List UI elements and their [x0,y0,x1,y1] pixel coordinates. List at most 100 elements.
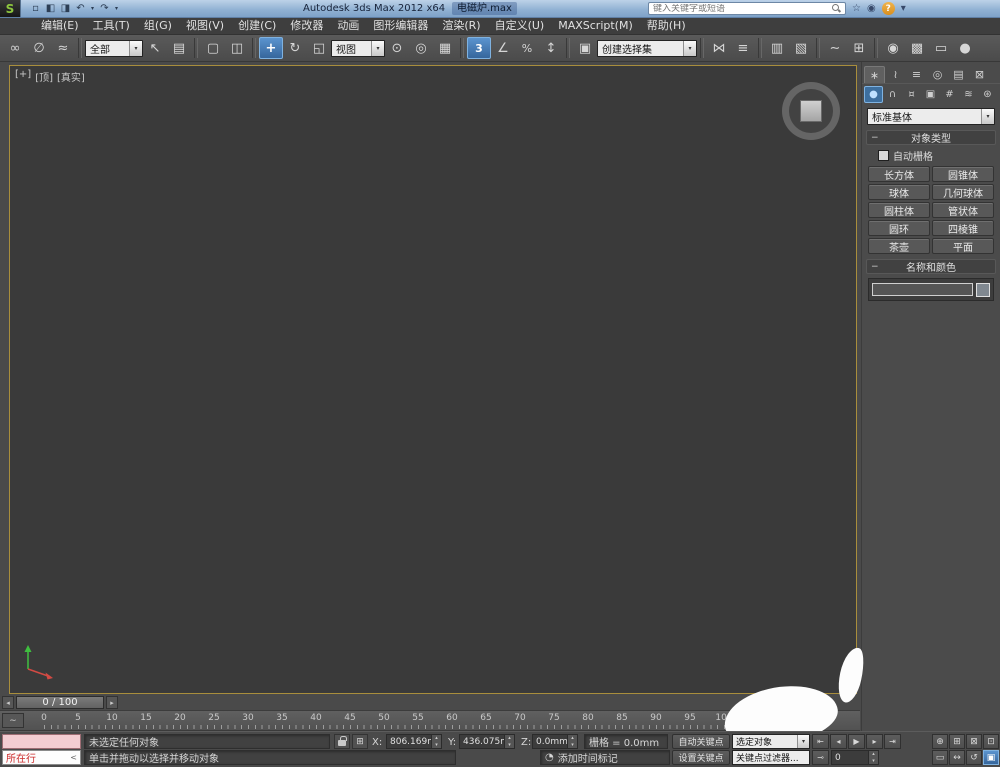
previous-frame-icon[interactable]: ◂ [830,734,847,749]
bind-to-space-warp-icon[interactable]: ≈ [51,37,75,59]
redo-icon[interactable]: ↷ [98,2,111,16]
menu-item-1[interactable]: 编辑(E) [34,18,86,34]
listener-scroll-icon[interactable]: < [70,753,77,762]
object-type-button-1-1[interactable]: 几何球体 [932,184,994,200]
category-lights-icon[interactable]: ¤ [902,86,921,103]
tab-utilities-icon[interactable]: ⊠ [969,66,990,83]
rollout-object-type[interactable]: − 对象类型 [866,130,996,145]
time-tag-field[interactable]: ◔ 添加时间标记 [540,750,670,765]
category-helpers-icon[interactable]: # [940,86,959,103]
object-type-button-0-1[interactable]: 圆锥体 [932,166,994,182]
menu-item-4[interactable]: 视图(V) [179,18,231,34]
selection-lock-icon[interactable] [334,734,350,749]
menu-item-3[interactable]: 组(G) [137,18,179,34]
tab-modify-icon[interactable]: ≀ [885,66,906,83]
align-icon[interactable]: ≡ [731,37,755,59]
object-type-button-2-0[interactable]: 圆柱体 [868,202,930,218]
zoom-all-icon[interactable]: ⊞ [949,734,965,749]
selection-filter-dropdown[interactable]: 全部 ▾ [85,39,143,57]
menu-item-5[interactable]: 创建(C) [231,18,283,34]
zoom-extents-icon[interactable]: ⊠ [966,734,982,749]
go-to-end-icon[interactable]: ⇥ [884,734,901,749]
maxscript-listener-line[interactable]: 所在行 < [2,750,81,765]
y-coord-field[interactable]: 436.075mm ▴▾ [459,734,515,749]
menu-item-12[interactable]: 帮助(H) [640,18,693,34]
autogrid-checkbox[interactable] [878,150,889,161]
geometry-category-dropdown[interactable]: 标准基体 ▾ [867,108,995,125]
menu-item-9[interactable]: 渲染(R) [435,18,487,34]
absolute-offset-mode-icon[interactable]: ⊞ [352,734,368,749]
rendered-frame-window-icon[interactable]: ▭ [929,37,953,59]
material-editor-icon[interactable]: ◉ [881,37,905,59]
layer-manager-icon[interactable]: ▥ [765,37,789,59]
save-file-icon[interactable]: ◨ [59,2,72,16]
select-object-icon[interactable]: ↖ [143,37,167,59]
key-filters-button[interactable]: 关键点过滤器... [732,750,810,765]
category-cameras-icon[interactable]: ▣ [921,86,940,103]
favorites-star-icon[interactable]: ☆ [852,3,861,14]
infocenter-menu-caret-icon[interactable]: ▾ [901,3,906,14]
communication-center-icon[interactable]: ◉ [867,3,876,14]
edit-named-sets-icon[interactable]: ▣ [573,37,597,59]
pan-view-icon[interactable]: ↔ [949,750,965,765]
object-type-button-4-1[interactable]: 平面 [932,238,994,254]
undo-icon[interactable]: ↶ [74,2,87,16]
object-color-swatch[interactable] [976,282,990,297]
new-scene-icon[interactable]: ▫ [29,2,42,16]
tab-create-icon[interactable]: ∗ [864,66,885,83]
angle-snap-icon[interactable]: ∠ [491,37,515,59]
zoom-extents-all-icon[interactable]: ⊡ [983,734,999,749]
undo-caret-icon[interactable]: ▾ [89,2,96,16]
z-spinner[interactable]: ▴ ▾ [567,735,577,748]
redo-caret-icon[interactable]: ▾ [113,2,120,16]
select-and-scale-icon[interactable]: ◱ [307,37,331,59]
object-type-button-3-1[interactable]: 四棱锥 [932,220,994,236]
viewport-menu-shading[interactable]: [真实] [57,69,85,84]
frame-spinner[interactable]: ▴ ▾ [868,751,878,764]
menu-item-10[interactable]: 自定义(U) [488,18,552,34]
menu-item-2[interactable]: 工具(T) [86,18,137,34]
menu-item-6[interactable]: 修改器 [283,18,330,34]
set-key-button[interactable]: 设置关键点 [672,750,730,765]
object-type-button-0-0[interactable]: 长方体 [868,166,930,182]
help-icon[interactable]: ? [881,2,895,15]
percent-snap-icon[interactable]: % [515,37,539,59]
select-and-move-icon[interactable]: + [259,37,283,59]
mirror-icon[interactable]: ⋈ [707,37,731,59]
rollout-name-color[interactable]: − 名称和颜色 [866,259,996,274]
tab-hierarchy-icon[interactable]: ≡ [906,66,927,83]
zoom-icon[interactable]: ⊕ [932,734,948,749]
menu-item-7[interactable]: 动画 [330,18,366,34]
viewport-top[interactable]: [+] [顶] [真实] [9,65,857,694]
select-and-link-icon[interactable]: ∞ [3,37,27,59]
search-icon[interactable] [832,3,842,14]
orbit-view-icon[interactable]: ↺ [966,750,982,765]
object-type-button-4-0[interactable]: 茶壶 [868,238,930,254]
tab-motion-icon[interactable]: ◎ [927,66,948,83]
render-setup-icon[interactable]: ▩ [905,37,929,59]
select-and-manipulate-icon[interactable]: ◎ [409,37,433,59]
graphite-ribbon-icon[interactable]: ▧ [789,37,813,59]
named-selection-sets-dropdown[interactable]: 创建选择集 ▾ [597,39,697,57]
maxscript-mini-listener[interactable] [2,734,81,749]
rectangular-selection-region-icon[interactable]: ▢ [201,37,225,59]
app-logo-button[interactable]: S [0,0,21,17]
viewcube-face[interactable] [800,100,822,122]
object-type-button-3-0[interactable]: 圆环 [868,220,930,236]
curve-editor-icon[interactable]: ∼ [823,37,847,59]
mini-curve-editor-icon[interactable]: ∼ [2,713,24,728]
zoom-region-icon[interactable]: ▭ [932,750,948,765]
x-coord-field[interactable]: 806.169mm ▴▾ [386,734,442,749]
time-slider-prev-icon[interactable]: ◂ [2,696,14,709]
object-type-button-2-1[interactable]: 管状体 [932,202,994,218]
category-spacewarps-icon[interactable]: ≋ [959,86,978,103]
maximize-viewport-toggle-icon[interactable]: ▣ [983,750,999,765]
category-shapes-icon[interactable]: ∩ [883,86,902,103]
tab-display-icon[interactable]: ▤ [948,66,969,83]
object-name-input[interactable] [872,283,973,296]
current-frame-field[interactable]: 0 ▴ ▾ [831,750,879,765]
select-by-name-icon[interactable]: ▤ [167,37,191,59]
schematic-view-icon[interactable]: ⊞ [847,37,871,59]
select-and-rotate-icon[interactable]: ↻ [283,37,307,59]
viewport-menu-pov[interactable]: [顶] [35,69,53,84]
